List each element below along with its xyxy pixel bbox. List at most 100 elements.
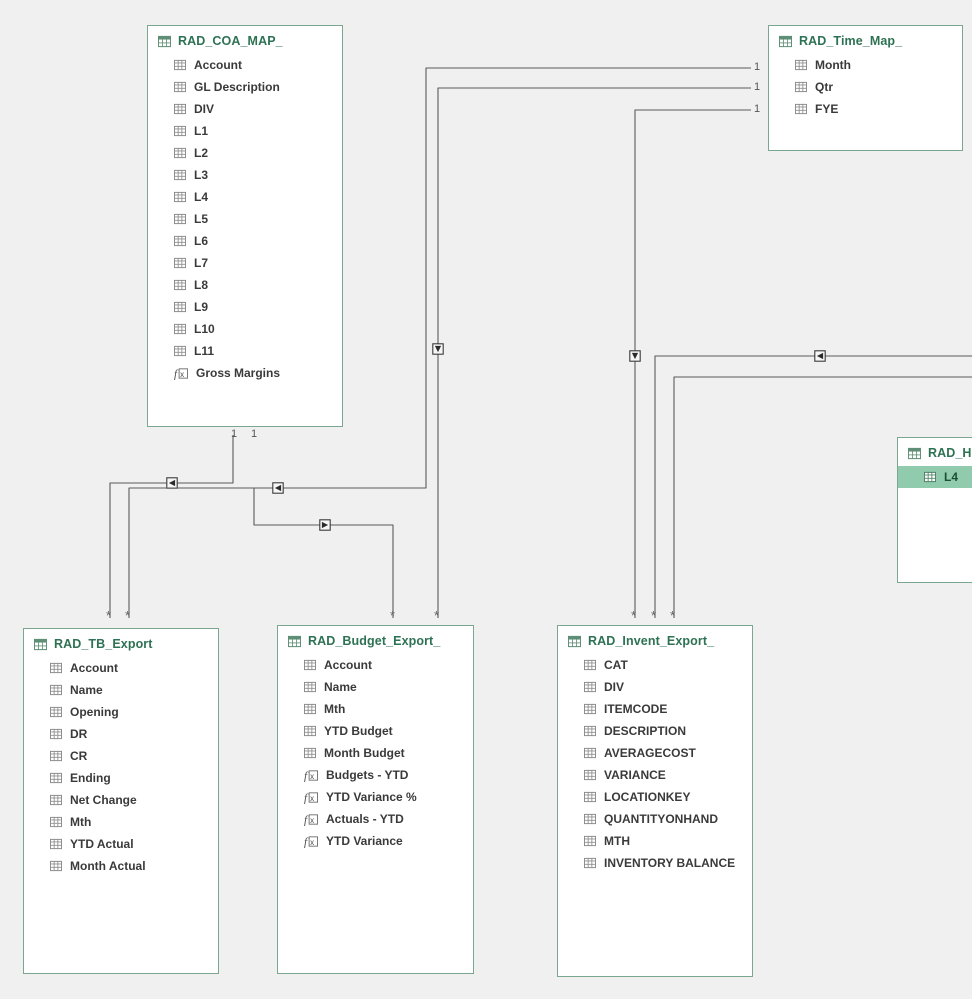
field-label: L2: [194, 146, 209, 160]
field-row[interactable]: QUANTITYONHAND: [558, 808, 752, 830]
table-header-rad-budget-export[interactable]: RAD_Budget_Export_: [278, 626, 473, 654]
measure-icon: fx: [304, 835, 318, 848]
field-row[interactable]: CAT: [558, 654, 752, 676]
field-label: YTD Variance %: [326, 790, 417, 804]
field-row[interactable]: L5: [148, 208, 342, 230]
field-row[interactable]: INVENTORY BALANCE: [558, 852, 752, 874]
column-icon: [174, 147, 186, 159]
field-row[interactable]: L10: [148, 318, 342, 340]
relationship-line[interactable]: [634, 109, 751, 618]
field-row[interactable]: DIV: [558, 676, 752, 698]
table-card-rad-tb-export[interactable]: RAD_TB_Export Account Name Opening DR CR Endin…: [23, 628, 219, 974]
table-card-rad-coa-map[interactable]: RAD_COA_MAP_ Account GL Description DIV L1 L2…: [147, 25, 343, 427]
data-model-diagram-canvas[interactable]: RAD_COA_MAP_ Account GL Description DIV L1 L2…: [0, 0, 972, 999]
column-icon: [50, 706, 62, 718]
column-icon: [304, 659, 316, 671]
field-row[interactable]: Name: [278, 676, 473, 698]
field-label: L8: [194, 278, 209, 292]
column-icon: [584, 769, 596, 781]
table-title: RAD_Time_Map_: [799, 34, 903, 48]
cardinality-label-one: 1: [754, 103, 761, 115]
relationship-rel-invent-time[interactable]: [629, 109, 751, 618]
field-row[interactable]: Month Budget: [278, 742, 473, 764]
field-row[interactable]: AVERAGECOST: [558, 742, 752, 764]
field-row[interactable]: L3: [148, 164, 342, 186]
table-card-rad-time-map[interactable]: RAD_Time_Map_ Month Qtr FYE: [768, 25, 963, 151]
field-row[interactable]: LOCATIONKEY: [558, 786, 752, 808]
cardinality-label-many: *: [390, 608, 396, 623]
field-row[interactable]: DR: [24, 723, 218, 745]
field-label: YTD Budget: [324, 724, 393, 738]
column-icon: [174, 169, 186, 181]
field-row[interactable]: Mth: [24, 811, 218, 833]
measure-icon: fx: [304, 791, 318, 804]
field-row[interactable]: YTD Budget: [278, 720, 473, 742]
table-header-rad-hea[interactable]: RAD_HEA: [898, 438, 972, 466]
field-row[interactable]: L11: [148, 340, 342, 362]
field-row[interactable]: L7: [148, 252, 342, 274]
field-row[interactable]: L6: [148, 230, 342, 252]
svg-text:f: f: [304, 792, 309, 803]
field-row[interactable]: f x YTD Variance %: [278, 786, 473, 808]
field-row[interactable]: Month Actual: [24, 855, 218, 877]
field-row[interactable]: YTD Actual: [24, 833, 218, 855]
field-row[interactable]: VARIANCE: [558, 764, 752, 786]
field-row[interactable]: f x Actuals - YTD: [278, 808, 473, 830]
relationship-line[interactable]: [437, 87, 751, 618]
field-row[interactable]: Account: [278, 654, 473, 676]
table-icon: [568, 635, 581, 648]
field-label: L5: [194, 212, 209, 226]
column-icon: [50, 816, 62, 828]
table-header-rad-time-map[interactable]: RAD_Time_Map_: [769, 26, 962, 54]
field-row[interactable]: Account: [148, 54, 342, 76]
field-row[interactable]: L8: [148, 274, 342, 296]
field-row[interactable]: GL Description: [148, 76, 342, 98]
field-row[interactable]: L1: [148, 120, 342, 142]
table-card-rad-budget-export[interactable]: RAD_Budget_Export_ Account Name Mth YTD Budg…: [277, 625, 474, 974]
field-row[interactable]: Ending: [24, 767, 218, 789]
relationship-rel-coa-budget[interactable]: [128, 487, 394, 618]
table-header-rad-invent-export[interactable]: RAD_Invent_Export_: [558, 626, 752, 654]
field-row[interactable]: Account: [24, 657, 218, 679]
column-icon: [174, 345, 186, 357]
field-row[interactable]: f x Budgets - YTD: [278, 764, 473, 786]
field-label: GL Description: [194, 80, 280, 94]
cardinality-label-many: *: [631, 608, 637, 623]
field-row[interactable]: MTH: [558, 830, 752, 852]
svg-text:f: f: [304, 814, 309, 825]
field-label: Mth: [70, 815, 92, 829]
field-row[interactable]: L2: [148, 142, 342, 164]
field-label: L9: [194, 300, 209, 314]
field-label: FYE: [815, 102, 839, 116]
field-row[interactable]: CR: [24, 745, 218, 767]
table-card-rad-invent-export[interactable]: RAD_Invent_Export_ CAT DIV ITEMCODE DESCRIPT…: [557, 625, 753, 977]
field-row[interactable]: Opening: [24, 701, 218, 723]
field-row[interactable]: FYE: [769, 98, 962, 120]
table-title: RAD_COA_MAP_: [178, 34, 283, 48]
column-icon: [174, 301, 186, 313]
field-row[interactable]: f x Gross Margins: [148, 362, 342, 384]
table-card-rad-hea[interactable]: RAD_HEA L4: [897, 437, 972, 583]
table-header-rad-tb-export[interactable]: RAD_TB_Export: [24, 629, 218, 657]
field-row[interactable]: DESCRIPTION: [558, 720, 752, 742]
column-icon: [304, 681, 316, 693]
field-row[interactable]: Name: [24, 679, 218, 701]
table-header-rad-coa-map[interactable]: RAD_COA_MAP_: [148, 26, 342, 54]
column-icon: [584, 747, 596, 759]
field-row[interactable]: L4: [148, 186, 342, 208]
field-label: L10: [194, 322, 215, 336]
field-row[interactable]: f x YTD Variance: [278, 830, 473, 852]
field-row[interactable]: L4: [898, 466, 972, 488]
field-row[interactable]: Mth: [278, 698, 473, 720]
field-row[interactable]: ITEMCODE: [558, 698, 752, 720]
field-row[interactable]: DIV: [148, 98, 342, 120]
field-label: VARIANCE: [604, 768, 666, 782]
field-label: Gross Margins: [196, 366, 281, 380]
field-row[interactable]: Month: [769, 54, 962, 76]
column-icon: [304, 725, 316, 737]
field-row[interactable]: Net Change: [24, 789, 218, 811]
relationship-rel-budget-time[interactable]: [432, 87, 751, 618]
field-row[interactable]: L9: [148, 296, 342, 318]
relationship-line[interactable]: [128, 487, 394, 618]
field-row[interactable]: Qtr: [769, 76, 962, 98]
